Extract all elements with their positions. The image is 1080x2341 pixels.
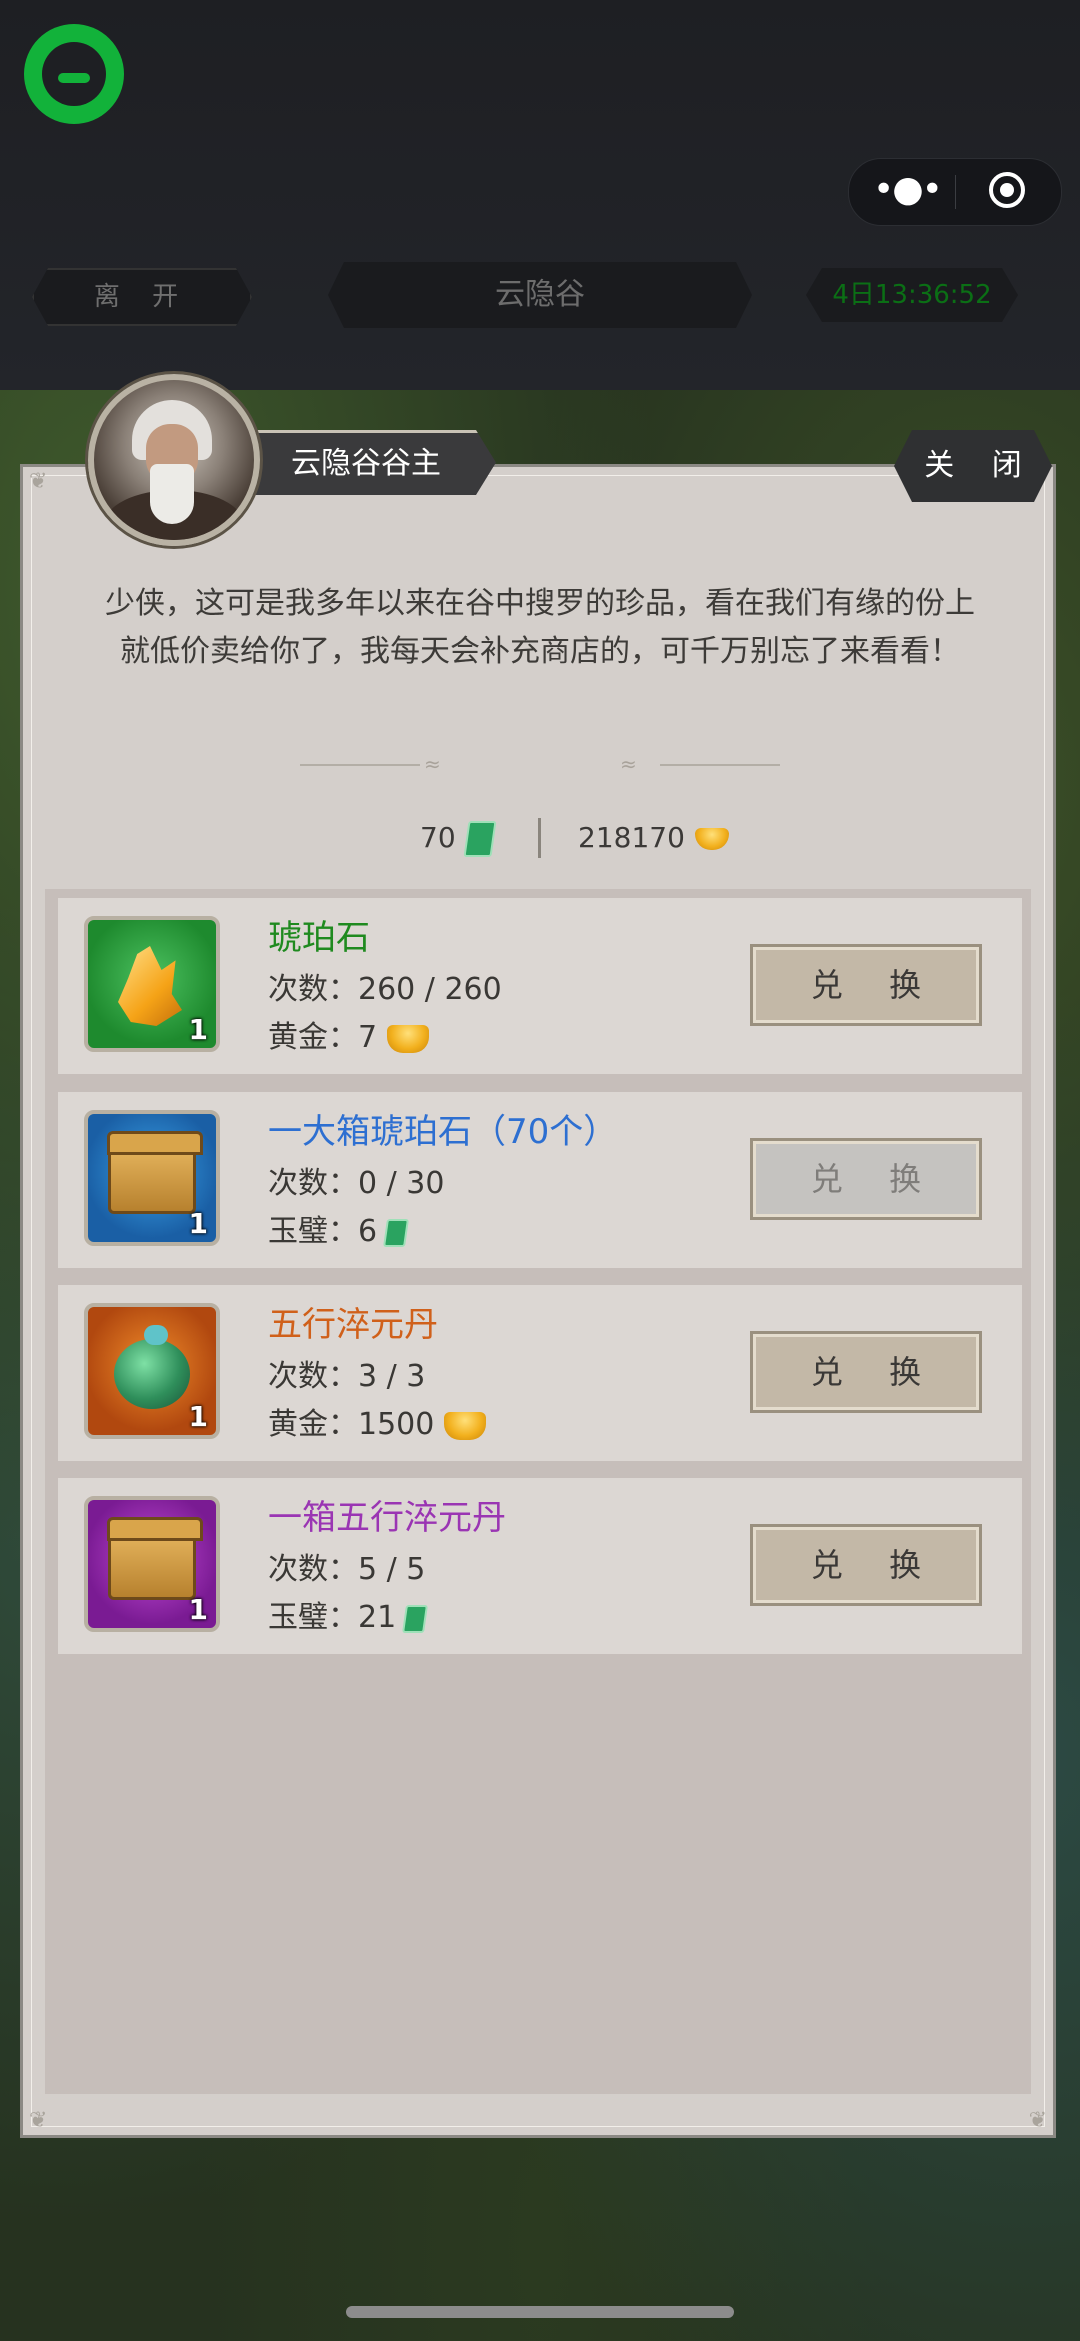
price-label: 黄金：: [268, 1407, 358, 1442]
shop-item: 1 一箱五行淬元丹 次数：5 / 5 玉璧：21 兑 换: [58, 1478, 1022, 1654]
gold-ingot-icon: [387, 1024, 430, 1053]
item-price: 玉璧：21: [268, 1598, 429, 1638]
jade-icon: [383, 1218, 410, 1247]
exchange-button[interactable]: 兑 换: [750, 1331, 982, 1413]
item-name: 一大箱琥珀石（70个）: [268, 1112, 618, 1152]
gold-balance-value: 218170: [578, 821, 685, 854]
leave-button[interactable]: 离 开: [32, 268, 252, 326]
price-value: 1500: [358, 1407, 435, 1442]
item-price: 玉璧：6: [268, 1212, 410, 1252]
jade-balance-value: 70: [420, 821, 456, 854]
gold-ingot-icon: [694, 828, 729, 850]
balance-separator: [538, 818, 541, 858]
times-value: 5 / 5: [358, 1552, 426, 1587]
capsule-divider: [955, 175, 956, 209]
divider-ornament: [300, 764, 420, 766]
target-circle-icon[interactable]: [989, 172, 1025, 208]
item-count-badge: 1: [188, 1207, 208, 1240]
top-bar: •●• 离 开 云隐谷 4日13:36:52: [0, 0, 1080, 390]
jade-gourd-icon[interactable]: 1: [84, 1303, 220, 1439]
times-label: 次数：: [268, 1166, 358, 1201]
countdown-timer: 4日13:36:52: [806, 268, 1018, 322]
item-price: 黄金：1500: [268, 1405, 487, 1445]
item-count-badge: 1: [188, 1400, 208, 1433]
jade-icon: [402, 1604, 429, 1633]
exchange-button[interactable]: 兑 换: [750, 944, 982, 1026]
price-label: 玉璧：: [268, 1214, 358, 1249]
times-label: 次数：: [268, 972, 358, 1007]
item-name: 琥珀石: [268, 918, 370, 958]
item-times: 次数：3 / 3: [268, 1357, 425, 1397]
npc-dialogue: 少侠，这可是我多年以来在谷中搜罗的珍品，看在我们有缘的份上就低价卖给你了，我每天…: [105, 586, 975, 669]
corner-ornament-icon: ❦: [29, 469, 48, 494]
item-times: 次数：0 / 30: [268, 1164, 444, 1204]
swirl-ornament-icon: ≈: [620, 752, 637, 776]
miniprogram-capsule: •●•: [848, 158, 1062, 226]
amber-crystal-icon[interactable]: 1: [84, 916, 220, 1052]
gold-balance: 218170: [578, 818, 729, 858]
item-times: 次数：260 / 260: [268, 970, 502, 1010]
times-label: 次数：: [268, 1552, 358, 1587]
wooden-chest-icon[interactable]: 1: [84, 1110, 220, 1246]
corner-ornament-icon: ❦: [1028, 2108, 1047, 2133]
item-count-badge: 1: [188, 1593, 208, 1626]
divider-ornament: [660, 764, 780, 766]
item-name: 五行淬元丹: [268, 1305, 438, 1345]
location-title: 云隐谷: [328, 262, 752, 328]
chat-logo-icon[interactable]: [24, 24, 124, 124]
exchange-button[interactable]: 兑 换: [750, 1524, 982, 1606]
shop-item: 1 琥珀石 次数：260 / 260 黄金：7 兑 换: [58, 898, 1022, 1074]
wooden-chest-icon[interactable]: 1: [84, 1496, 220, 1632]
price-label: 玉璧：: [268, 1600, 358, 1635]
item-price: 黄金：7: [268, 1018, 430, 1058]
price-value: 21: [358, 1600, 397, 1635]
shop-item: 1 一大箱琥珀石（70个） 次数：0 / 30 玉璧：6 兑 换: [58, 1092, 1022, 1268]
corner-ornament-icon: ❦: [29, 2108, 48, 2133]
times-value: 260 / 260: [358, 972, 502, 1007]
times-value: 3 / 3: [358, 1359, 426, 1394]
home-indicator[interactable]: [346, 2306, 734, 2318]
item-times: 次数：5 / 5: [268, 1550, 425, 1590]
npc-avatar: [88, 374, 260, 546]
price-value: 7: [358, 1020, 378, 1055]
shop-item: 1 五行淬元丹 次数：3 / 3 黄金：1500 兑 换: [58, 1285, 1022, 1461]
times-value: 0 / 30: [358, 1166, 445, 1201]
price-value: 6: [358, 1214, 378, 1249]
price-label: 黄金：: [268, 1020, 358, 1055]
item-name: 一箱五行淬元丹: [268, 1498, 506, 1538]
more-dots-icon[interactable]: •●•: [873, 159, 943, 225]
gold-ingot-icon: [444, 1411, 487, 1440]
jade-balance: 70: [420, 818, 497, 858]
npc-name-plate: 云隐谷谷主: [236, 430, 496, 495]
item-count-badge: 1: [188, 1013, 208, 1046]
close-button[interactable]: 关 闭: [894, 430, 1052, 502]
swirl-ornament-icon: ≈: [424, 752, 441, 776]
times-label: 次数：: [268, 1359, 358, 1394]
jade-icon: [463, 821, 497, 857]
exchange-button-disabled[interactable]: 兑 换: [750, 1138, 982, 1220]
